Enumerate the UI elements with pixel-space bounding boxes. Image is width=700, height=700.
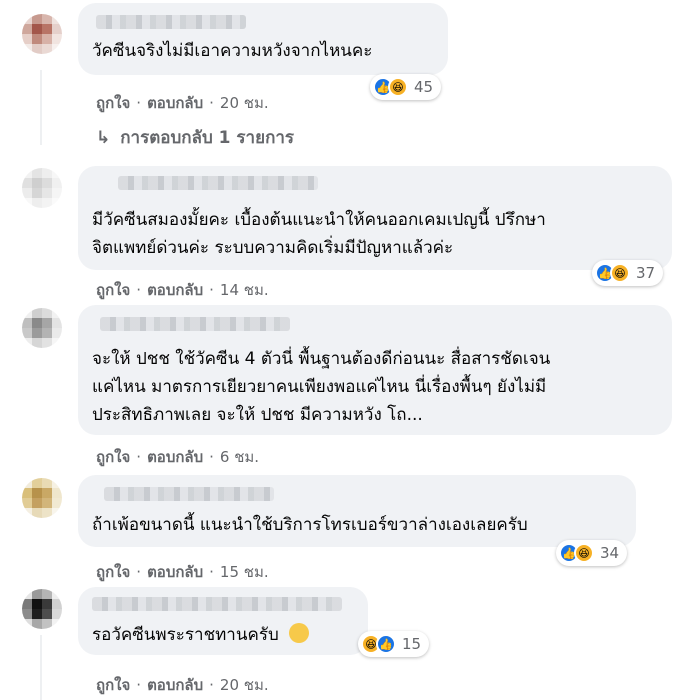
comment-text: จิตแพทย์ด่วนค่ะ ระบบความคิดเริ่มมีปัญหาแ…	[92, 238, 454, 258]
comment-bubble: มีวัคซีนสมองมั้ยคะ เบื้องต้นแนะนำให้คนออ…	[78, 166, 672, 270]
comment-bubble: วัคซีนจริงไม่มีเอาความหวังจากไหนคะ	[78, 3, 448, 75]
reply-button[interactable]: ตอบกลับ	[147, 281, 203, 299]
view-replies-link[interactable]: ↳ การตอบกลับ 1 รายการ	[96, 124, 294, 151]
comment-actions: ถูกใจ · ตอบกลับ · 20 ชม.	[96, 91, 269, 115]
reply-button[interactable]: ตอบกลับ	[147, 563, 203, 581]
view-replies-label: การตอบกลับ 1 รายการ	[120, 128, 295, 148]
comment-text-content: รอวัคซีนพระราชทานครับ	[92, 625, 279, 645]
reactions-summary[interactable]: 👍 😆 45	[370, 74, 442, 100]
comment: จะให้ ปชช ใช้วัคซีน 4 ตัวนี่ พื้นฐานต้อง…	[0, 300, 700, 470]
comment-actions: ถูกใจ · ตอบกลับ · 6 ชม.	[96, 445, 259, 469]
comment-text: มีวัคซีนสมองมั้ยคะ เบื้องต้นแนะนำให้คนออ…	[92, 210, 546, 230]
comment-time[interactable]: 6 ชม.	[220, 448, 259, 466]
comment-actions: ถูกใจ · ตอบกลับ · 15 ชม.	[96, 560, 269, 584]
comment-bubble: รอวัคซีนพระราชทานครับ	[78, 587, 368, 655]
comment-text: วัคซีนจริงไม่มีเอาความหวังจากไหนคะ	[92, 41, 373, 61]
comment-time[interactable]: 20 ชม.	[220, 676, 269, 694]
author-name[interactable]	[118, 176, 318, 190]
avatar[interactable]	[22, 308, 62, 348]
author-name[interactable]	[100, 317, 290, 331]
separator: ·	[136, 281, 142, 299]
like-button[interactable]: ถูกใจ	[96, 281, 130, 299]
comment-text: รอวัคซีนพระราชทานครับ	[92, 621, 309, 649]
separator: ·	[209, 281, 214, 299]
haha-reaction-icon: 😆	[574, 543, 594, 563]
reply-button[interactable]: ตอบกลับ	[147, 676, 203, 694]
comment-bubble: ถ้าเพ้อขนาดนี้ แนะนำใช้บริการโทรเบอร์ขวา…	[78, 475, 636, 547]
comment-time[interactable]: 20 ชม.	[220, 94, 269, 112]
comment-time[interactable]: 15 ชม.	[220, 563, 269, 581]
separator: ·	[136, 563, 142, 581]
comment-text: จะให้ ปชช ใช้วัคซีน 4 ตัวนี่ พื้นฐานต้อง…	[92, 349, 551, 369]
avatar[interactable]	[22, 168, 62, 208]
separator: ·	[209, 94, 214, 112]
comment-time[interactable]: 14 ชม.	[220, 281, 269, 299]
haha-reaction-icon: 😆	[610, 263, 630, 283]
avatar[interactable]	[22, 478, 62, 518]
like-reaction-icon: 👍	[376, 634, 396, 654]
comment: ถ้าเพ้อขนาดนี้ แนะนำใช้บริการโทรเบอร์ขวา…	[0, 470, 700, 585]
like-button[interactable]: ถูกใจ	[96, 94, 130, 112]
reaction-count: 15	[402, 635, 422, 653]
reply-button[interactable]: ตอบกลับ	[147, 448, 203, 466]
avatar[interactable]	[22, 589, 62, 629]
comment-text: แค่ไหน มาตรการเยียวยาคนเพียงพอแค่ไหน นี่…	[92, 377, 547, 397]
avatar[interactable]	[22, 14, 62, 54]
comment: รอวัคซีนพระราชทานครับ 😆 👍 15 ถูกใจ · ตอบกล…	[0, 585, 700, 700]
separator: ·	[136, 94, 142, 112]
reactions-summary[interactable]: 👍 😆 34	[556, 540, 628, 566]
reactions-summary[interactable]: 👍 😆 37	[592, 260, 664, 286]
separator: ·	[209, 676, 214, 694]
separator: ·	[209, 563, 214, 581]
reaction-count: 45	[414, 78, 434, 96]
author-name[interactable]	[104, 487, 274, 501]
comment: มีวัคซีนสมองมั้ยคะ เบื้องต้นแนะนำให้คนออ…	[0, 160, 700, 300]
comment-actions: ถูกใจ · ตอบกลับ · 14 ชม.	[96, 278, 269, 302]
comment-bubble: จะให้ ปชช ใช้วัคซีน 4 ตัวนี่ พื้นฐานต้อง…	[78, 305, 672, 435]
comment-text: ถ้าเพ้อขนาดนี้ แนะนำใช้บริการโทรเบอร์ขวา…	[92, 515, 528, 535]
separator: ·	[136, 676, 142, 694]
smirk-emoji-icon	[288, 623, 309, 643]
separator: ·	[136, 448, 142, 466]
reply-arrow-icon: ↳	[96, 128, 111, 148]
author-name[interactable]	[92, 597, 342, 611]
like-button[interactable]: ถูกใจ	[96, 563, 130, 581]
comment-text: ประสิทธิภาพเลย จะให้ ปชช มีความหวัง โถ..…	[92, 405, 423, 425]
separator: ·	[209, 448, 214, 466]
reaction-count: 37	[636, 264, 656, 282]
like-button[interactable]: ถูกใจ	[96, 676, 130, 694]
reaction-count: 34	[600, 544, 620, 562]
reply-button[interactable]: ตอบกลับ	[147, 94, 203, 112]
author-name[interactable]	[96, 15, 246, 29]
comment-actions: ถูกใจ · ตอบกลับ · 20 ชม.	[96, 673, 269, 697]
haha-reaction-icon: 😆	[388, 77, 408, 97]
reactions-summary[interactable]: 😆 👍 15	[358, 631, 430, 657]
like-button[interactable]: ถูกใจ	[96, 448, 130, 466]
